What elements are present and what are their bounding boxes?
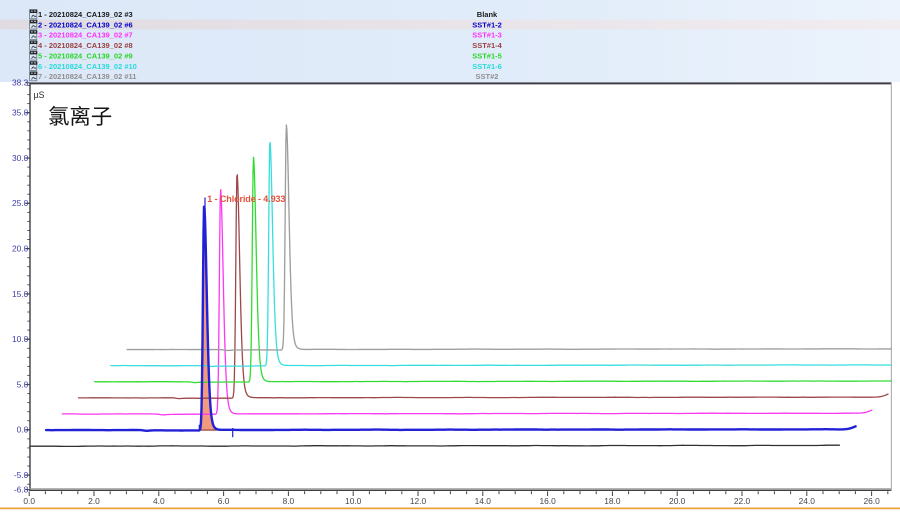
svg-text:10.0: 10.0 xyxy=(345,496,362,506)
svg-text:26.0: 26.0 xyxy=(863,496,880,506)
svg-text:1 - 20210824_CA139_02 #3: 1 - 20210824_CA139_02 #3 xyxy=(38,10,133,19)
svg-text:2 - 20210824_CA139_02 #6: 2 - 20210824_CA139_02 #6 xyxy=(38,20,133,29)
svg-text:2.0: 2.0 xyxy=(88,496,100,506)
svg-text:µS: µS xyxy=(34,90,45,100)
svg-text:30.0: 30.0 xyxy=(12,153,29,163)
svg-text:22.0: 22.0 xyxy=(734,496,751,506)
svg-text:SST#1-3: SST#1-3 xyxy=(472,31,502,40)
svg-text:0.0: 0.0 xyxy=(23,496,35,506)
svg-text:16.0: 16.0 xyxy=(539,496,556,506)
svg-text:18.0: 18.0 xyxy=(604,496,621,506)
svg-text:14.0: 14.0 xyxy=(475,496,492,506)
svg-text:20.0: 20.0 xyxy=(669,496,686,506)
svg-text:3 - 20210824_CA139_02 #7: 3 - 20210824_CA139_02 #7 xyxy=(38,31,133,40)
svg-text:-6.8: -6.8 xyxy=(14,485,29,495)
svg-text:SST#1-4: SST#1-4 xyxy=(472,41,502,50)
svg-text:SST#1-2: SST#1-2 xyxy=(472,20,502,29)
svg-text:7 - 20210824_CA139_02 #11: 7 - 20210824_CA139_02 #11 xyxy=(38,72,136,81)
svg-text:10.0: 10.0 xyxy=(12,334,29,344)
svg-text:8.0: 8.0 xyxy=(283,496,295,506)
svg-text:15.0: 15.0 xyxy=(12,289,29,299)
svg-text:Blank: Blank xyxy=(477,10,498,19)
svg-text:0.0: 0.0 xyxy=(17,425,29,435)
svg-text:25.0: 25.0 xyxy=(12,198,29,208)
svg-text:1 - Chloride - 4.933: 1 - Chloride - 4.933 xyxy=(207,194,285,204)
svg-text:24.0: 24.0 xyxy=(799,496,816,506)
svg-text:38.3: 38.3 xyxy=(12,78,29,88)
svg-text:6.0: 6.0 xyxy=(218,496,230,506)
svg-text:SST#2: SST#2 xyxy=(476,72,499,81)
svg-text:SST#1-6: SST#1-6 xyxy=(472,62,502,71)
svg-text:5.0: 5.0 xyxy=(17,379,29,389)
svg-text:12.0: 12.0 xyxy=(410,496,427,506)
svg-text:4.0: 4.0 xyxy=(153,496,165,506)
svg-text:6 - 20210824_CA139_02 #10: 6 - 20210824_CA139_02 #10 xyxy=(38,62,137,71)
svg-text:SST#1-5: SST#1-5 xyxy=(472,51,502,60)
svg-text:5 - 20210824_CA139_02 #9: 5 - 20210824_CA139_02 #9 xyxy=(38,51,133,60)
svg-text:4 - 20210824_CA139_02 #8: 4 - 20210824_CA139_02 #8 xyxy=(38,41,133,50)
svg-text:35.0: 35.0 xyxy=(12,108,29,118)
svg-text:-5.0: -5.0 xyxy=(14,470,29,480)
svg-text:20.0: 20.0 xyxy=(12,244,29,254)
